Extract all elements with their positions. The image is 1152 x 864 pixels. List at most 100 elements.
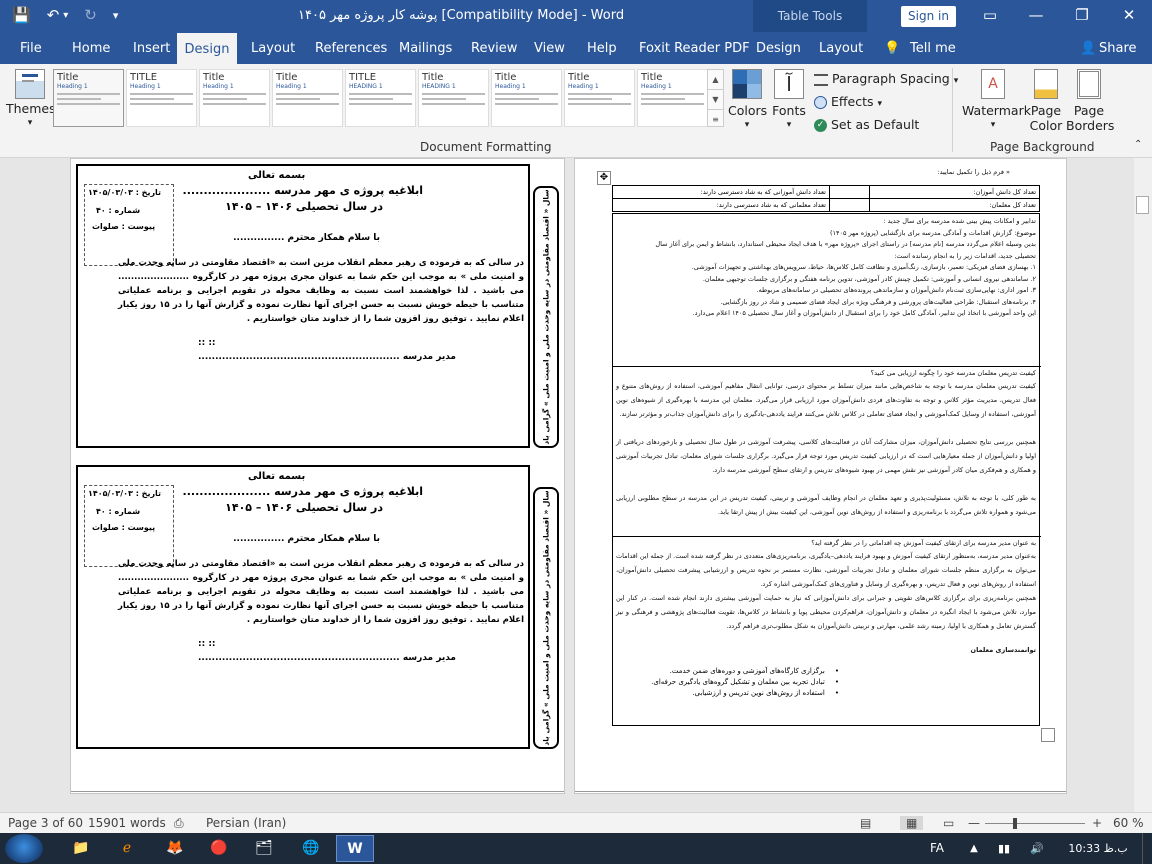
tab-home[interactable]: Home [72,32,110,64]
tab-design[interactable]: Design [177,32,237,64]
undo-icon[interactable]: ↶ [47,6,60,26]
zoom-out-button[interactable]: — [968,816,980,830]
style-set-item[interactable]: Title Heading 1 [272,69,343,127]
ribbon-display-options-icon[interactable]: ▭ [967,0,1013,32]
gallery-up-icon[interactable]: ▲ [708,70,723,89]
gallery-scroll: ▲ ▼ ≡ [707,69,724,127]
date-field[interactable]: تاریخ : ۱۴۰۵/۰۳/۰۳ [88,188,161,197]
gallery-down-icon[interactable]: ▼ [708,89,723,110]
number-field[interactable]: شماره : ۴۰ [96,507,140,516]
paragraph-spacing-button[interactable]: Paragraph Spacing ▾ [814,71,958,86]
tab-review[interactable]: Review [471,32,517,64]
page-borders-button[interactable]: Page Borders [1066,69,1114,133]
sign-in-button[interactable]: Sign in [901,6,956,27]
clock[interactable]: 10:33 ب.ظ [1062,835,1134,862]
ribbon-tabs: File Home Insert Design Layout Reference… [0,32,1152,64]
customize-qat-icon[interactable]: ▾ [113,6,119,26]
style-set-item[interactable]: Title Heading 1 [491,69,562,127]
attachment-field[interactable]: پیوست : صلوات [92,222,155,231]
empty-cell[interactable] [829,198,870,212]
colors-button[interactable]: Colors ▾ [728,69,767,133]
word-taskbar-icon[interactable]: W [336,835,374,862]
page-count[interactable]: Page 3 of 60 [8,816,83,830]
tell-me-search[interactable]: Tell me [910,32,956,64]
school-plan-line: بدین وسیله اعلام می‌گردد مدرسه [نام مدرس… [655,240,1036,248]
tab-mailings[interactable]: Mailings [399,32,452,64]
app-orange-icon[interactable]: ℯ [108,835,146,862]
number-field[interactable]: شماره : ۴۰ [96,206,140,215]
word-count[interactable]: 15901 words [88,816,166,830]
print-layout-icon[interactable]: ▦ [900,816,924,830]
file-explorer-icon[interactable]: 📁 [62,835,100,862]
total-teachers-cell[interactable]: تعداد کل معلمان: [869,198,1040,212]
tab-help[interactable]: Help [587,32,617,64]
tab-file[interactable]: File [20,32,42,64]
zoom-slider[interactable] [985,818,1085,829]
table-resize-handle[interactable] [1041,728,1055,742]
web-layout-icon[interactable]: ▭ [943,816,954,830]
tab-insert[interactable]: Insert [133,32,170,64]
empty-cell[interactable] [829,185,870,199]
students-shad-cell[interactable]: تعداد دانش آموزانی که به شاد دسترسی دارن… [612,185,830,199]
redo-icon[interactable]: ↻ [84,6,97,26]
style-set-item[interactable]: Title Heading 1 [199,69,270,127]
watermark-button[interactable]: A Watermark ▾ [962,69,1031,133]
style-set-item[interactable]: Title Heading 1 [564,69,635,127]
scrollbar-thumb[interactable] [1136,196,1149,214]
app-red-icon[interactable]: 🔴 [200,835,238,862]
teachers-shad-cell[interactable]: تعداد معلمانی که به شاد دسترسی دارند: [612,198,830,212]
style-set-item[interactable]: TITLE Heading 1 [126,69,197,127]
language[interactable]: Persian (Iran) [206,816,286,830]
collapse-ribbon-icon[interactable]: ⌃ [1134,139,1142,150]
manager-actions-para-2: همچنین برنامه‌ریزی برای برگزاری کلاس‌های… [616,594,1036,630]
read-mode-icon[interactable]: ▤ [860,816,871,830]
vertical-scrollbar[interactable] [1134,158,1152,812]
tab-table-layout[interactable]: Layout [819,32,863,64]
school-plan-line: تحصیلی جدید، اقدامات زیر را به انجام رسا… [894,251,1036,260]
lightbulb-icon: 💡 [884,41,901,56]
zoom-slider-thumb[interactable] [1013,818,1017,829]
set-as-default-button[interactable]: ✓ Set as Default [814,117,919,132]
signature-dots: :: :: [198,338,216,348]
folder-icon[interactable]: 🗂 [245,835,283,862]
colors-dropdown-icon: ▾ [744,120,750,130]
style-set-item[interactable]: Title Heading 1 [637,69,708,127]
table-move-handle-icon[interactable]: ✥ [597,171,611,185]
style-set-item[interactable]: Title Heading 1 [53,69,124,127]
style-set-item[interactable]: Title HEADING 1 [418,69,489,127]
volume-icon[interactable]: 🔊 [1018,835,1056,862]
share-button[interactable]: Share [1099,32,1137,64]
tab-view[interactable]: View [534,32,565,64]
gallery-more-icon[interactable]: ≡ [708,110,723,129]
minimize-button[interactable]: — [1013,0,1059,32]
tab-references[interactable]: References [315,32,387,64]
total-students-cell[interactable]: تعداد کل دانش آموزان: [869,185,1040,199]
page-color-button[interactable]: Page Color [1026,69,1066,133]
close-button[interactable]: ✕ [1106,0,1152,32]
themes-button[interactable]: Themes ▾ [6,69,56,131]
show-desktop-button[interactable] [1142,833,1152,864]
tab-foxit-reader-pdf[interactable]: Foxit Reader PDF [639,32,750,64]
themes-label: Themes [6,101,56,116]
attachment-field[interactable]: پیوست : صلوات [92,523,155,532]
start-button[interactable] [5,834,43,863]
fonts-button[interactable]: آ Fonts ▾ [770,69,808,133]
save-icon[interactable]: 💾 [12,6,31,26]
proofing-icon[interactable]: ⎙ [174,816,184,831]
style-set-item[interactable]: TITLE HEADING 1 [345,69,416,127]
restore-button[interactable]: ❐ [1059,0,1105,32]
undo-dropdown-icon[interactable]: ▾ [63,6,68,26]
style-line [641,103,704,105]
language-indicator[interactable]: FA [918,835,956,862]
zoom-in-button[interactable]: + [1092,816,1102,830]
tab-layout[interactable]: Layout [251,32,295,64]
zoom-level[interactable]: 60 % [1113,816,1144,830]
manager-actions-question: به عنوان مدیر مدرسه برای ارتقای کیفیت آم… [811,539,1036,547]
effects-button[interactable]: Effects ▾ [814,94,882,109]
tab-table-design[interactable]: Design [756,32,801,64]
style-line [130,103,193,105]
chrome-icon[interactable]: 🌐 [292,835,330,862]
date-field[interactable]: تاریخ : ۱۴۰۵/۰۳/۰۳ [88,489,161,498]
style-heading: Heading 1 [57,83,88,90]
firefox-icon[interactable]: 🦊 [156,835,194,862]
